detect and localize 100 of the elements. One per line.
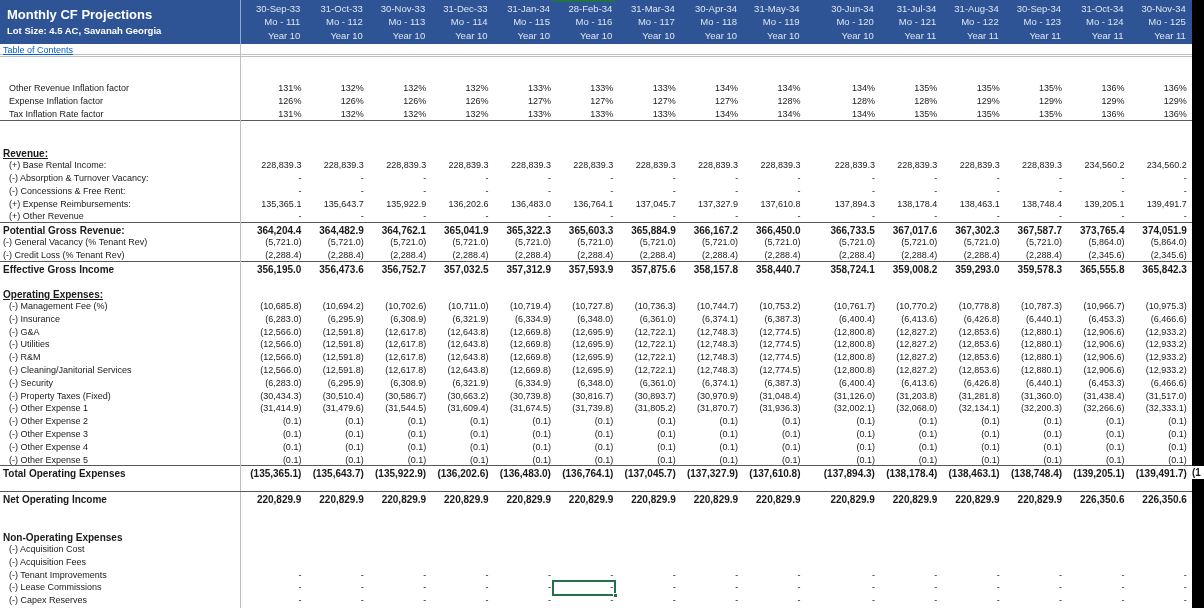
table-cell-text: 133% bbox=[589, 82, 615, 96]
table-cell-text: 133% bbox=[526, 82, 552, 96]
table-cell-text: 228,839.3 bbox=[759, 159, 802, 173]
table-cell-text: (0.1) bbox=[980, 415, 1001, 429]
column-month: Mo - 121 bbox=[898, 15, 937, 29]
table-cell-text: (12,933.2) bbox=[1144, 325, 1188, 339]
table-cell-text: (136,483.0) bbox=[498, 467, 552, 482]
table-cell-text: (136,202.6) bbox=[436, 467, 490, 482]
row-label: Net Operating Income bbox=[2, 492, 107, 507]
table-cell-text: (31,674.5) bbox=[508, 402, 552, 416]
row-label: (-) Property Taxes (Fixed) bbox=[8, 389, 111, 403]
table-cell-text: - bbox=[1120, 184, 1126, 198]
table-cell-text: 357,593.9 bbox=[567, 262, 615, 277]
row-label: (-) Acquisition Cost bbox=[8, 543, 85, 557]
table-cell-text: - bbox=[546, 568, 552, 582]
column-date: 30-Sep-33 bbox=[256, 1, 301, 16]
fill-handle[interactable] bbox=[613, 592, 619, 598]
table-cell-text: (6,374.1) bbox=[701, 312, 740, 326]
table-cell-text: - bbox=[734, 594, 740, 608]
table-cell-text: (12,669.8) bbox=[508, 338, 552, 352]
table-cell-text: (12,853.6) bbox=[957, 351, 1001, 365]
row-label: Non-Operating Expenses bbox=[2, 531, 123, 545]
table-cell-text: 366,167.2 bbox=[692, 224, 740, 238]
table-cell-text: (12,748.3) bbox=[696, 351, 740, 365]
table-cell-text: (10,711.0) bbox=[447, 299, 490, 313]
table-cell-text: (12,880.1) bbox=[1020, 338, 1064, 352]
table-cell-text: (12,591.8) bbox=[321, 338, 365, 352]
row-label: (-) Other Expense 3 bbox=[8, 427, 89, 441]
table-cell-text: 228,839.3 bbox=[447, 159, 490, 173]
table-cell-text: - bbox=[796, 581, 802, 595]
table-cell-text: (5,721.0) bbox=[576, 236, 615, 249]
table-cell-text: (31,048.4) bbox=[758, 389, 802, 403]
row-label: (-) Capex Reserves bbox=[8, 594, 88, 608]
table-cell-text: (12,906.6) bbox=[1082, 338, 1126, 352]
table-cell-text: (12,695.9) bbox=[571, 325, 615, 339]
row-label: (-) Tenant Improvements bbox=[8, 568, 107, 582]
table-cell-text: 132% bbox=[402, 108, 428, 121]
table-cell-text: (12,669.8) bbox=[508, 351, 552, 365]
table-cell-text: (2,288.4) bbox=[701, 248, 740, 262]
table-cell-text: - bbox=[546, 210, 552, 224]
table-cell-text: 138,748.4 bbox=[1021, 197, 1064, 211]
table-cell-text: (5,721.0) bbox=[701, 236, 740, 249]
column-month: Mo - 118 bbox=[700, 15, 738, 29]
table-cell-text: (10,753.2) bbox=[758, 299, 802, 313]
table-cell-text: 220,829.9 bbox=[380, 492, 428, 507]
table-cell-text: 137,610.8 bbox=[759, 197, 802, 211]
table-cell-text: (12,800.8) bbox=[832, 338, 876, 352]
table-cell-text: - bbox=[1058, 594, 1064, 608]
table-cell-text: 359,293.0 bbox=[954, 262, 1001, 277]
row-label: (+) Other Revenue bbox=[8, 210, 84, 224]
table-cell-text: (0.1) bbox=[781, 415, 802, 429]
table-cell-text: (135,365.1) bbox=[249, 467, 303, 482]
column-date: 31-Oct-33 bbox=[320, 1, 363, 16]
table-cell-text: (12,695.9) bbox=[571, 338, 615, 352]
table-cell-text: 226,350.6 bbox=[1141, 492, 1188, 507]
table-cell-text: 373,765.4 bbox=[1078, 224, 1126, 238]
table-cell-text: (2,288.4) bbox=[638, 248, 677, 262]
table-cell-text: (12,617.8) bbox=[384, 363, 428, 377]
table-cell-text: (32,134.1) bbox=[957, 402, 1001, 416]
table-cell-text: (0.1) bbox=[531, 427, 552, 441]
table-cell-text: (10,702.6) bbox=[384, 299, 428, 313]
table-cell-text: (0.1) bbox=[469, 427, 490, 441]
table-cell-text: (12,800.8) bbox=[832, 325, 876, 339]
table-cell-text: 126% bbox=[339, 95, 365, 109]
table-cell-text: (5,721.0) bbox=[837, 236, 876, 249]
table-cell-text: 220,829.9 bbox=[505, 492, 552, 507]
table-cell-text: (5,721.0) bbox=[513, 236, 552, 249]
table-cell-text: 138,463.1 bbox=[958, 197, 1001, 211]
table-cell-text: (12,722.1) bbox=[633, 325, 677, 339]
table-of-contents-link[interactable]: Table of Contents bbox=[0, 44, 74, 58]
column-date: 31-Dec-33 bbox=[443, 1, 488, 16]
table-cell-text: (12,774.5) bbox=[758, 325, 802, 339]
table-cell-text: (6,308.9) bbox=[389, 376, 428, 390]
table-cell-text: 358,440.7 bbox=[755, 262, 802, 277]
table-cell-text: - bbox=[359, 171, 365, 185]
table-cell-text: (5,721.0) bbox=[900, 236, 939, 249]
table-cell-text: (2,288.4) bbox=[837, 248, 876, 262]
table-cell-text: 228,839.3 bbox=[896, 159, 939, 173]
table-cell-text: - bbox=[422, 594, 428, 608]
table-cell-text: (12,933.2) bbox=[1144, 363, 1188, 377]
table-cell-text: (0.1) bbox=[406, 427, 428, 441]
table-cell-text: (12,906.6) bbox=[1082, 351, 1126, 365]
table-cell-text: (12,827.2) bbox=[895, 338, 939, 352]
table-cell-text: - bbox=[995, 581, 1001, 595]
column-month: Mo - 115 bbox=[513, 15, 550, 29]
table-cell-text: (0.1) bbox=[281, 427, 303, 441]
table-cell-text: (0.1) bbox=[531, 440, 552, 454]
table-cell-text: 135% bbox=[1038, 108, 1064, 121]
table-cell-text: (6,295.9) bbox=[326, 312, 365, 326]
table-cell: (1 bbox=[1192, 466, 1201, 480]
table-cell-text: 129% bbox=[1038, 95, 1064, 109]
table-cell-text: - bbox=[609, 210, 615, 224]
table-cell-text: (32,333.1) bbox=[1144, 402, 1188, 416]
table-cell-text: (2,345.6) bbox=[1087, 248, 1126, 262]
row-label: (-) G&A bbox=[8, 325, 40, 339]
table-cell-text: 134% bbox=[714, 108, 740, 121]
table-cell-text: (0.1) bbox=[917, 415, 939, 429]
table-cell-text: - bbox=[734, 568, 740, 582]
table-cell-text: - bbox=[671, 184, 677, 198]
table-cell-text: (6,321.9) bbox=[451, 312, 490, 326]
